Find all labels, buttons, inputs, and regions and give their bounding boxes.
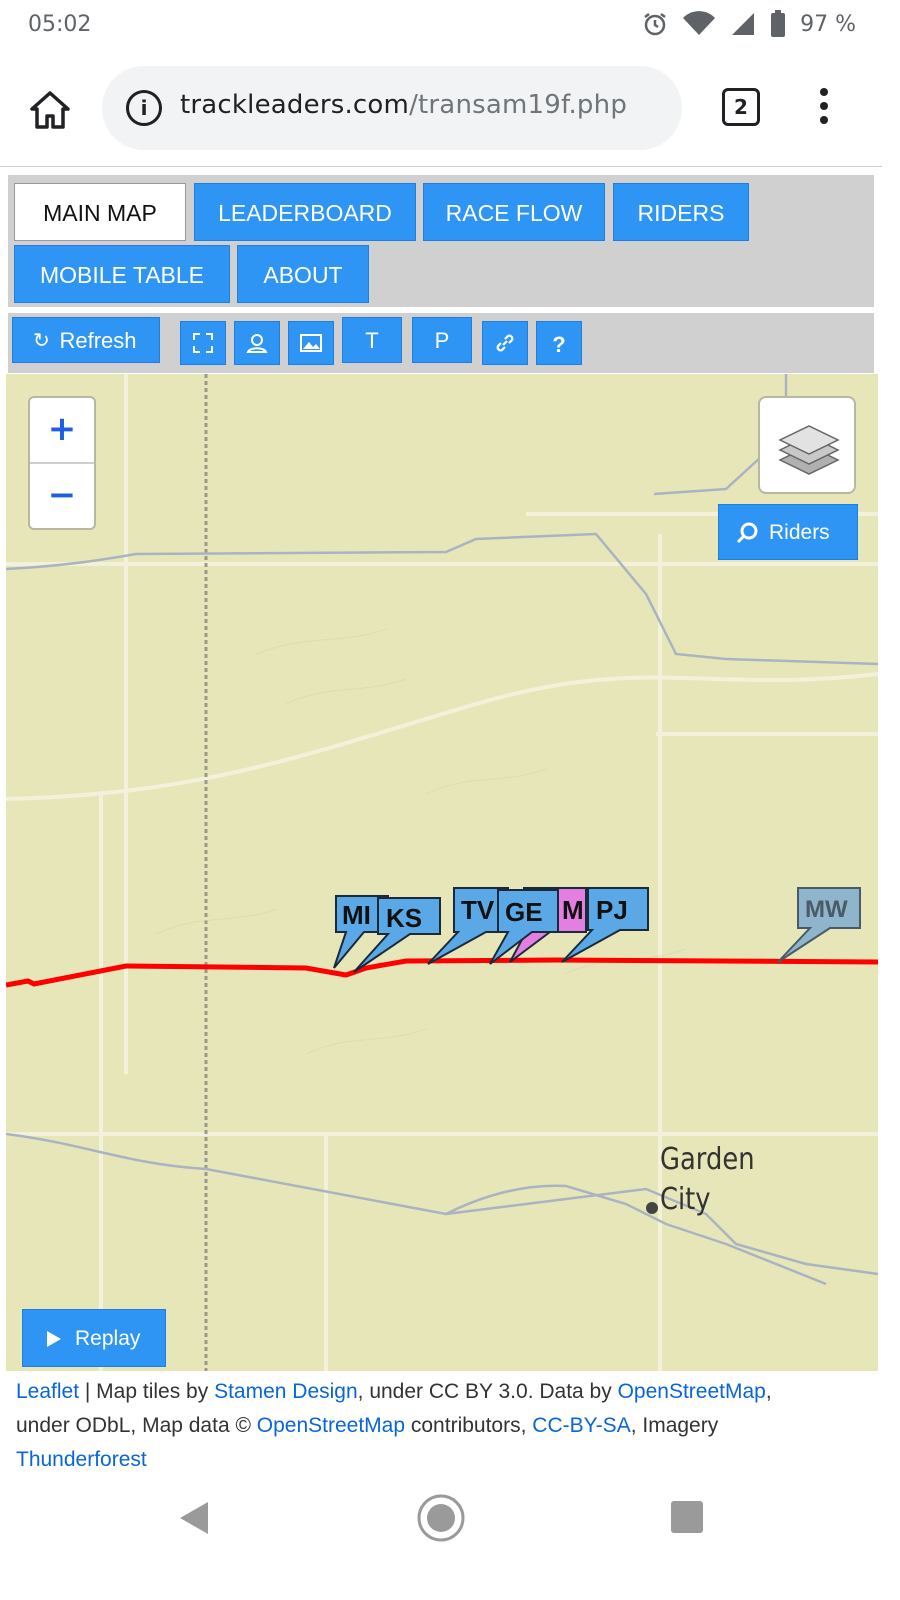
- user-location-button[interactable]: [234, 321, 280, 365]
- web-page: MAIN MAP LEADERBOARD RACE FLOW RIDERS MO…: [0, 166, 882, 1472]
- map-toolbar: ↻ Refresh T P ?: [8, 313, 874, 373]
- back-icon[interactable]: [174, 1498, 214, 1538]
- refresh-button[interactable]: ↻ Refresh: [12, 317, 160, 363]
- home-nav-icon[interactable]: [416, 1493, 466, 1543]
- rider-marker-label-pj: PJ: [596, 895, 628, 925]
- attrib-text: ,: [765, 1380, 772, 1403]
- attrib-text: , Imagery: [630, 1414, 719, 1437]
- replay-button[interactable]: Replay: [22, 1309, 166, 1367]
- t-button[interactable]: T: [342, 317, 402, 363]
- riders-search-label: Riders: [769, 521, 830, 544]
- layers-button[interactable]: [758, 396, 856, 494]
- url-text[interactable]: trackleaders.com/transam19f.php: [180, 90, 627, 120]
- url-bar[interactable]: i trackleaders.com/transam19f.php: [102, 66, 682, 150]
- battery-percent: 97 %: [800, 11, 856, 37]
- map-canvas[interactable]: MI KS TV M GE PJ MW + − Riders Garden Ci…: [6, 374, 878, 1371]
- home-icon[interactable]: [28, 88, 72, 132]
- attrib-text: contributors,: [405, 1414, 533, 1437]
- status-bar: 05:02 97 %: [0, 0, 900, 52]
- recents-icon[interactable]: [670, 1500, 704, 1534]
- rider-marker-mw[interactable]: MW: [777, 887, 861, 963]
- thunderforest-link[interactable]: Thunderforest: [16, 1448, 147, 1471]
- system-nav-bar: [0, 1472, 900, 1600]
- rider-marker-label-mi: MI: [342, 900, 371, 930]
- attrib-text: under ODbL, Map data ©: [16, 1414, 257, 1437]
- attrib-text: | Map tiles by: [79, 1380, 215, 1403]
- fullscreen-button[interactable]: [180, 321, 226, 365]
- stamen-link[interactable]: Stamen Design: [214, 1380, 358, 1403]
- play-icon: [47, 1331, 61, 1347]
- url-host: trackleaders.com: [180, 90, 410, 120]
- p-button[interactable]: P: [412, 317, 472, 363]
- tab-mobile-table[interactable]: MOBILE TABLE: [14, 245, 230, 303]
- image-button[interactable]: [288, 321, 334, 365]
- link-icon: [496, 334, 514, 352]
- tab-race-flow[interactable]: RACE FLOW: [423, 183, 605, 241]
- rider-marker-label-tv: TV: [461, 895, 495, 925]
- tab-about[interactable]: ABOUT: [237, 245, 369, 303]
- osm-link[interactable]: OpenStreetMap: [618, 1380, 766, 1403]
- search-icon: [736, 522, 758, 544]
- browser-toolbar: i trackleaders.com/transam19f.php 2: [0, 52, 900, 166]
- url-path: /transam19f.php: [409, 90, 628, 120]
- zoom-in-button[interactable]: +: [30, 398, 94, 462]
- tab-main-map[interactable]: MAIN MAP: [14, 183, 186, 241]
- zoom-control: + −: [28, 396, 96, 530]
- alarm-icon: [644, 13, 666, 36]
- rider-marker-label-m: M: [562, 895, 584, 925]
- replay-label: Replay: [75, 1327, 141, 1350]
- riders-search-button[interactable]: Riders: [718, 504, 858, 560]
- status-time: 05:02: [28, 12, 92, 37]
- help-button[interactable]: ?: [536, 321, 582, 365]
- fullscreen-icon: [193, 333, 213, 353]
- status-icons: 97 %: [642, 10, 856, 38]
- rider-marker-label-mw: MW: [805, 896, 848, 923]
- cell-signal-icon: [732, 13, 755, 35]
- tab-riders[interactable]: RIDERS: [613, 183, 749, 241]
- site-info-icon[interactable]: i: [126, 90, 162, 126]
- user-icon: [246, 334, 268, 353]
- overflow-menu-icon[interactable]: [814, 88, 834, 128]
- refresh-label: Refresh: [59, 328, 137, 353]
- city-label-garden-city: Garden City: [660, 1140, 755, 1220]
- cc-by-sa-link[interactable]: CC-BY-SA: [532, 1414, 630, 1437]
- image-icon: [300, 334, 322, 352]
- map-attribution: Leaflet | Map tiles by Stamen Design, un…: [6, 1371, 878, 1471]
- wifi-icon: [683, 11, 716, 35]
- refresh-icon: ↻: [33, 330, 50, 352]
- city-label-line2: City: [660, 1182, 711, 1217]
- layers-icon: [778, 425, 840, 475]
- leaflet-link[interactable]: Leaflet: [16, 1380, 79, 1403]
- osm-link-2[interactable]: OpenStreetMap: [257, 1414, 405, 1437]
- main-nav: MAIN MAP LEADERBOARD RACE FLOW RIDERS MO…: [8, 175, 874, 307]
- rider-marker-label-ks: KS: [386, 903, 422, 933]
- attrib-text: , under CC BY 3.0. Data by: [357, 1380, 618, 1403]
- tab-leaderboard[interactable]: LEADERBOARD: [194, 183, 416, 241]
- rider-marker-label-ge: GE: [505, 897, 543, 927]
- battery-icon: [771, 10, 786, 37]
- rider-marker-ge[interactable]: GE: [489, 889, 559, 965]
- tab-switcher-button[interactable]: 2: [722, 88, 760, 126]
- city-label-line1: Garden: [660, 1142, 755, 1177]
- zoom-out-button[interactable]: −: [30, 462, 94, 526]
- link-button[interactable]: [482, 321, 528, 365]
